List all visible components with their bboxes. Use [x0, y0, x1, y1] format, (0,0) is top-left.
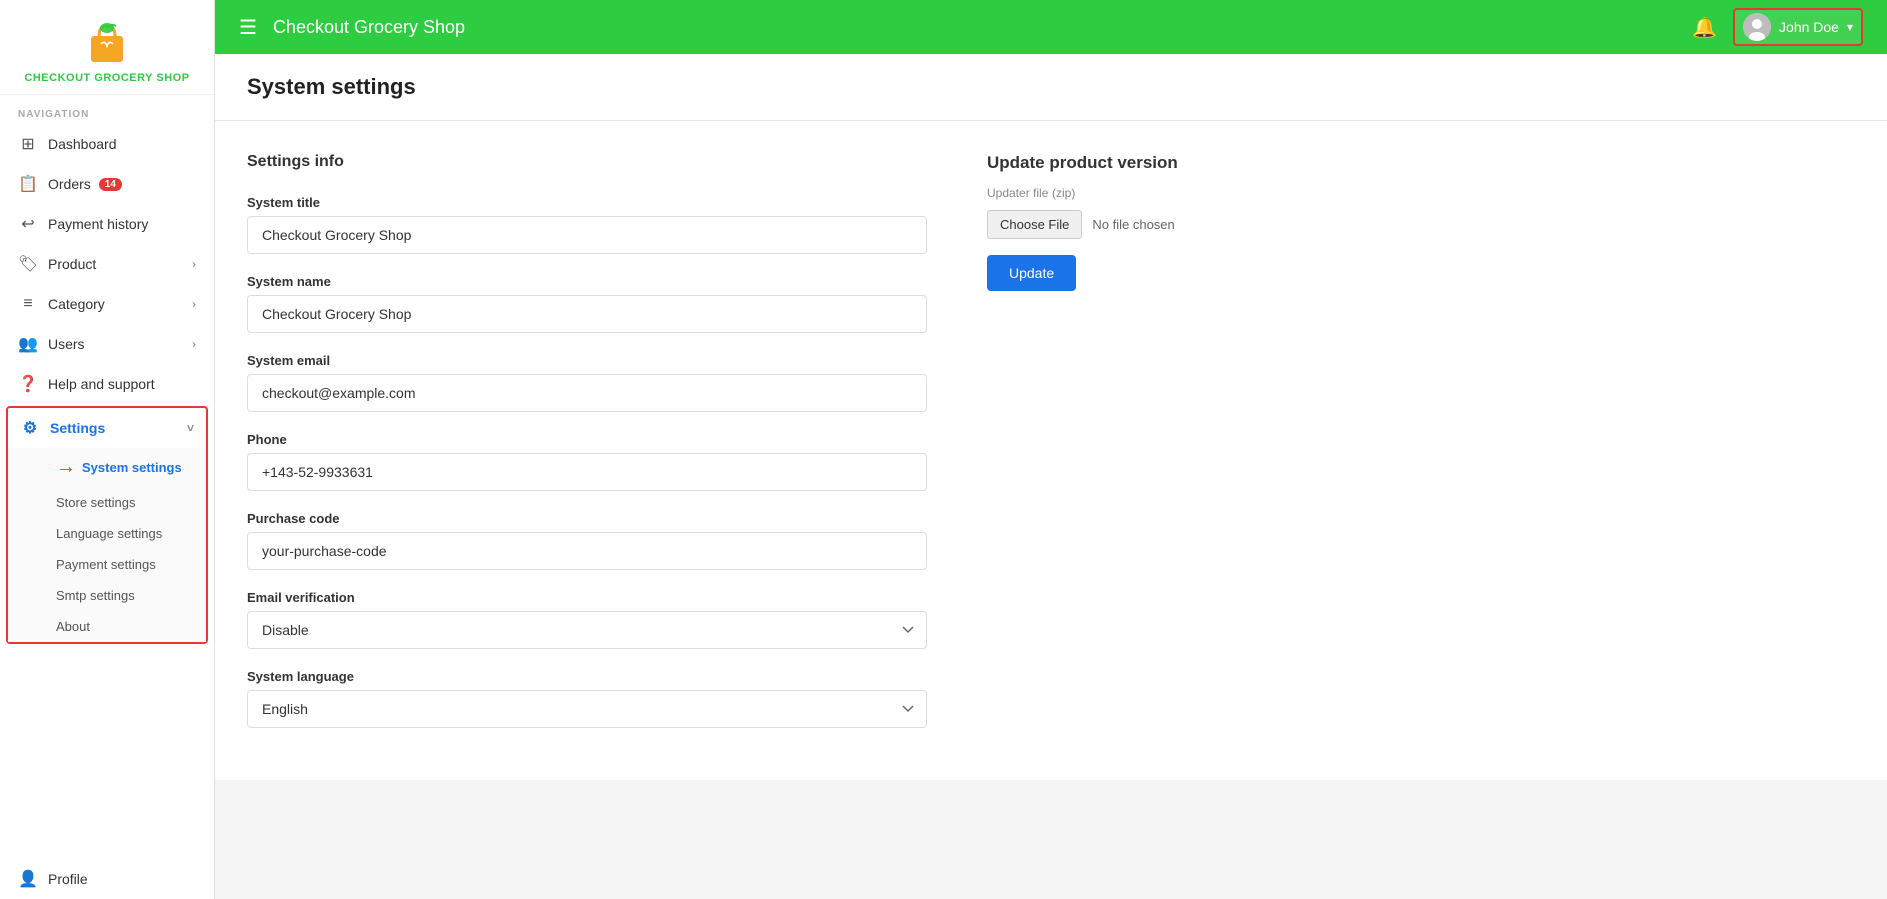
- subitem-label: Store settings: [56, 495, 136, 510]
- subitem-label: System settings: [82, 460, 182, 475]
- subitem-label: Smtp settings: [56, 588, 135, 603]
- email-verification-select[interactable]: Disable Enable: [247, 611, 927, 649]
- system-language-label: System language: [247, 669, 927, 684]
- choose-file-button[interactable]: Choose File: [987, 210, 1082, 239]
- sidebar-item-settings[interactable]: ⚙ Settings ˅: [8, 408, 206, 448]
- subitem-label: Payment settings: [56, 557, 156, 572]
- header-title: Checkout Grocery Shop: [273, 17, 1692, 38]
- header: ☰ Checkout Grocery Shop 🔔 John Doe ▾: [215, 0, 1887, 54]
- purchase-code-input[interactable]: [247, 532, 927, 570]
- subitem-label: About: [56, 619, 90, 634]
- profile-icon: 👤: [18, 869, 38, 889]
- main-content: ☰ Checkout Grocery Shop 🔔 John Doe ▾ Sys…: [215, 0, 1887, 899]
- settings-submenu: → System settings Store settings Languag…: [8, 448, 206, 642]
- sidebar-item-payment-history[interactable]: ↩ Payment history: [0, 204, 214, 244]
- dashboard-icon: ⊞: [18, 134, 38, 154]
- bell-icon[interactable]: 🔔: [1692, 15, 1717, 40]
- email-verification-group: Email verification Disable Enable: [247, 590, 927, 649]
- sidebar-item-label: Product: [48, 256, 96, 272]
- sidebar-item-label: Category: [48, 296, 105, 312]
- sidebar-item-orders[interactable]: 📋 Orders 14: [0, 164, 214, 204]
- user-menu-chevron-icon: ▾: [1847, 20, 1853, 34]
- users-icon: 👥: [18, 334, 38, 354]
- system-language-group: System language English Spanish French A…: [247, 669, 927, 728]
- active-arrow-icon: →: [56, 456, 76, 479]
- settings-content: Settings info System title System name S…: [215, 121, 1887, 780]
- email-verification-label: Email verification: [247, 590, 927, 605]
- content-area: Settings info System title System name S…: [215, 121, 1887, 899]
- orders-badge: 14: [99, 178, 122, 191]
- no-file-text: No file chosen: [1092, 217, 1174, 232]
- sidebar-item-help-support[interactable]: ❓ Help and support: [0, 364, 214, 404]
- sidebar-subitem-payment-settings[interactable]: Payment settings: [8, 549, 206, 580]
- sidebar-subitem-smtp-settings[interactable]: Smtp settings: [8, 580, 206, 611]
- sidebar-item-profile[interactable]: 👤 Profile: [0, 859, 214, 899]
- sidebar-brand: CHECKOUT GROCERY SHOP: [24, 72, 189, 84]
- category-icon: ≡: [18, 294, 38, 314]
- system-title-input[interactable]: [247, 216, 927, 254]
- avatar: [1743, 13, 1771, 41]
- update-panel: Update product version Updater file (zip…: [987, 153, 1855, 748]
- page-header: System settings: [215, 54, 1887, 121]
- help-support-icon: ❓: [18, 374, 38, 394]
- page-title: System settings: [247, 74, 1855, 100]
- system-name-label: System name: [247, 274, 927, 289]
- sidebar-item-settings-container: ⚙ Settings ˅ → System settings Store set…: [6, 406, 208, 644]
- subitem-label: Language settings: [56, 526, 162, 541]
- settings-info-panel: Settings info System title System name S…: [247, 153, 927, 748]
- nav-label: NAVIGATION: [0, 95, 214, 124]
- system-title-label: System title: [247, 195, 927, 210]
- header-user-menu[interactable]: John Doe ▾: [1733, 8, 1863, 46]
- sidebar-subitem-about[interactable]: About: [8, 611, 206, 642]
- header-right: 🔔 John Doe ▾: [1692, 8, 1863, 46]
- system-email-input[interactable]: [247, 374, 927, 412]
- system-title-group: System title: [247, 195, 927, 254]
- category-chevron-icon: ›: [192, 297, 196, 311]
- sidebar: CHECKOUT GROCERY SHOP NAVIGATION ⊞ Dashb…: [0, 0, 215, 899]
- sidebar-item-category[interactable]: ≡ Category ›: [0, 284, 214, 324]
- settings-icon: ⚙: [20, 418, 40, 438]
- sidebar-item-label: Profile: [48, 871, 88, 887]
- purchase-code-label: Purchase code: [247, 511, 927, 526]
- sidebar-subitem-system-settings[interactable]: → System settings: [8, 448, 206, 487]
- system-language-select[interactable]: English Spanish French Arabic: [247, 690, 927, 728]
- sidebar-subitem-store-settings[interactable]: Store settings: [8, 487, 206, 518]
- app-logo-icon: [83, 18, 131, 66]
- username-label: John Doe: [1779, 19, 1839, 35]
- sidebar-item-dashboard[interactable]: ⊞ Dashboard: [0, 124, 214, 164]
- orders-icon: 📋: [18, 174, 38, 194]
- product-icon: 🏷: [18, 254, 38, 274]
- sidebar-logo: CHECKOUT GROCERY SHOP: [0, 0, 214, 95]
- sidebar-item-label: Users: [48, 336, 85, 352]
- purchase-code-group: Purchase code: [247, 511, 927, 570]
- phone-input[interactable]: [247, 453, 927, 491]
- menu-toggle-icon[interactable]: ☰: [239, 15, 257, 40]
- payment-history-icon: ↩: [18, 214, 38, 234]
- sidebar-item-label: Settings: [50, 420, 105, 436]
- sidebar-item-product[interactable]: 🏷 Product ›: [0, 244, 214, 284]
- phone-label: Phone: [247, 432, 927, 447]
- sidebar-item-users[interactable]: 👥 Users ›: [0, 324, 214, 364]
- product-chevron-icon: ›: [192, 257, 196, 271]
- sidebar-item-label: Orders: [48, 176, 91, 192]
- update-section-title: Update product version: [987, 153, 1855, 173]
- phone-group: Phone: [247, 432, 927, 491]
- system-email-label: System email: [247, 353, 927, 368]
- sidebar-subitem-language-settings[interactable]: Language settings: [8, 518, 206, 549]
- settings-chevron-icon: ˅: [187, 421, 194, 435]
- sidebar-item-label: Dashboard: [48, 136, 117, 152]
- users-chevron-icon: ›: [192, 337, 196, 351]
- system-name-input[interactable]: [247, 295, 927, 333]
- sidebar-item-label: Payment history: [48, 216, 148, 232]
- sidebar-item-label: Help and support: [48, 376, 155, 392]
- file-chooser-group: Choose File No file chosen: [987, 210, 1855, 239]
- update-button[interactable]: Update: [987, 255, 1076, 291]
- updater-file-label: Updater file (zip): [987, 185, 1855, 200]
- settings-info-title: Settings info: [247, 153, 927, 171]
- system-email-group: System email: [247, 353, 927, 412]
- system-name-group: System name: [247, 274, 927, 333]
